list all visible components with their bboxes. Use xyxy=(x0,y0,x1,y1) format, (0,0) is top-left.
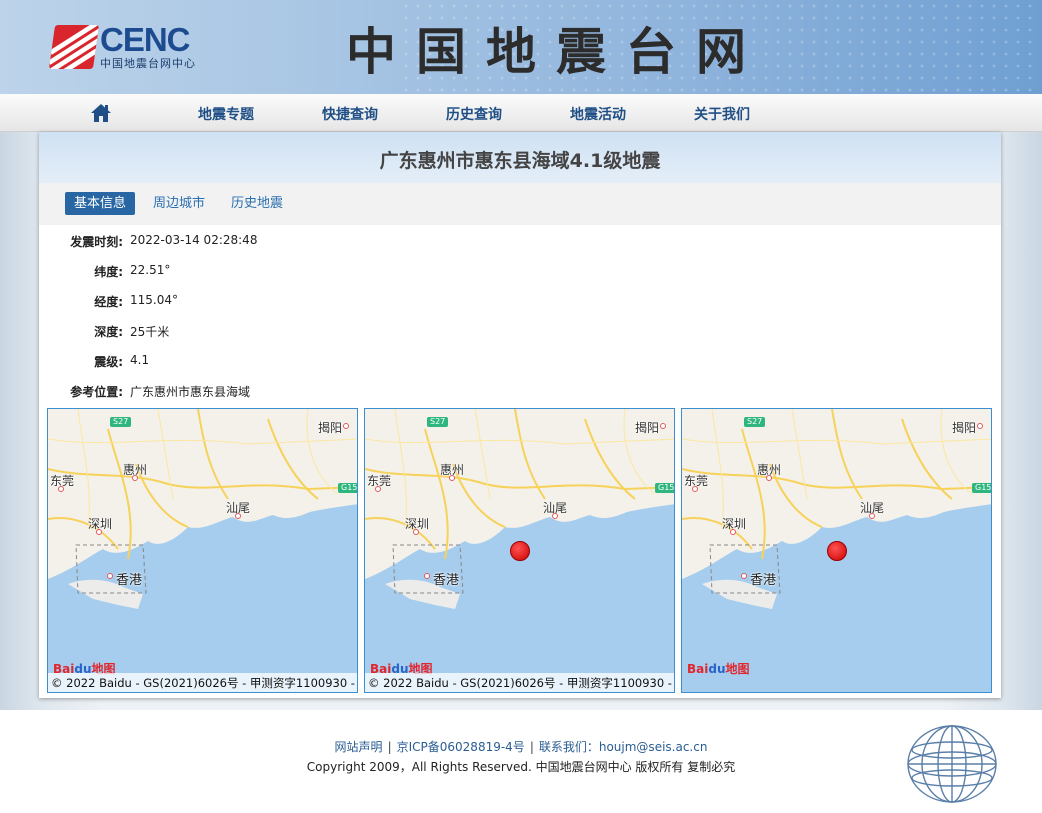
cenc-logo-mark-icon xyxy=(48,25,100,69)
info-value-depth: 25千米 xyxy=(130,325,170,339)
map-label-hongkong: 香港 xyxy=(116,573,143,588)
title-bar: 广东惠州市惠东县海域4.1级地震 xyxy=(39,132,1001,183)
map-panel-epicenter[interactable]: S27 G15 揭阳 惠州 东莞 汕尾 深圳 香港 Baidu地图 © 2022… xyxy=(364,408,675,693)
map-label-jieyang: 揭阳 xyxy=(952,421,977,435)
info-label-magnitude: 震级: xyxy=(94,355,123,369)
city-dot-shanwei xyxy=(869,513,875,519)
map-panel-detail[interactable]: S27 G15 揭阳 惠州 东莞 汕尾 深圳 香港 Baidu地图 xyxy=(681,408,992,693)
road-shield-g15: G15 xyxy=(972,483,991,493)
footer-links: 网站声明 | 京ICP备06028819-4号 | 联系我们：houjm@seis.ac… xyxy=(0,738,1042,755)
baidu-map-logo: Baidu地图 xyxy=(687,662,750,676)
map-label-jieyang: 揭阳 xyxy=(318,421,343,435)
site-title: 中国地震台网 xyxy=(346,22,766,81)
cenc-logo[interactable]: CENC 中国地震台网中心 xyxy=(48,21,222,71)
main-nav: 地震专题 快捷查询 历史查询 地震活动 关于我们 xyxy=(0,94,1042,132)
info-label-longitude: 经度: xyxy=(94,295,123,309)
footer-link-statement[interactable]: 网站声明 xyxy=(335,740,383,754)
footer-separator: | xyxy=(387,740,392,754)
city-dot-huizhou xyxy=(132,475,138,481)
info-label-latitude: 纬度: xyxy=(94,265,123,279)
city-dot-hongkong xyxy=(107,573,113,579)
nav-item-history-query[interactable]: 历史查询 xyxy=(446,104,502,124)
epicenter-marker[interactable] xyxy=(510,541,530,561)
logo-text: CENC xyxy=(100,21,191,58)
city-dot-jieyang xyxy=(977,423,983,429)
city-dot-shenzhen xyxy=(413,529,419,535)
info-value-location: 广东惠州市惠东县海域 xyxy=(130,385,251,399)
logo-subtitle: 中国地震台网中心 xyxy=(100,57,196,70)
city-dot-jieyang xyxy=(660,423,666,429)
map-label-hongkong: 香港 xyxy=(433,573,460,588)
footer-separator: | xyxy=(529,740,534,754)
info-value-time: 2022-03-14 02:28:48 xyxy=(130,233,258,247)
map-base xyxy=(48,409,357,609)
map-copyright: © 2022 Baidu - GS(2021)6026号 - 甲测资字11009… xyxy=(365,673,674,692)
city-dot-dongguan xyxy=(692,486,698,492)
city-dot-huizhou xyxy=(766,475,772,481)
tab-historical-quakes[interactable]: 历史地震 xyxy=(222,192,292,215)
tab-nearby-cities[interactable]: 周边城市 xyxy=(144,192,214,215)
road-shield-s27: S27 xyxy=(427,417,449,427)
epicenter-marker[interactable] xyxy=(827,541,847,561)
city-dot-shenzhen xyxy=(96,529,102,535)
city-dot-shenzhen xyxy=(730,529,736,535)
city-dot-jieyang xyxy=(343,423,349,429)
nav-item-seismic-activity[interactable]: 地震活动 xyxy=(570,104,626,124)
map-label-hongkong: 香港 xyxy=(750,573,777,588)
city-dot-shanwei xyxy=(235,513,241,519)
city-dot-shanwei xyxy=(552,513,558,519)
info-label-depth: 深度: xyxy=(94,325,123,339)
road-shield-g15: G15 xyxy=(338,483,357,493)
main-panel: 广东惠州市惠东县海域4.1级地震 基本信息 周边城市 历史地震 发震时刻: 20… xyxy=(39,132,1001,698)
city-dot-hongkong xyxy=(424,573,430,579)
footer-link-icp[interactable]: 京ICP备06028819-4号 xyxy=(397,740,525,754)
city-dot-dongguan xyxy=(375,486,381,492)
footer-copyright: Copyright 2009，All Rights Reserved. 中国地震… xyxy=(306,760,736,774)
home-icon[interactable] xyxy=(90,102,112,124)
map-panel-overview[interactable]: S27 G15 揭阳 惠州 东莞 汕尾 深圳 香港 Baidu地图 © 2022… xyxy=(47,408,358,693)
tab-bar: 基本信息 周边城市 历史地震 xyxy=(39,183,1001,225)
city-dot-hongkong xyxy=(741,573,747,579)
road-shield-s27: S27 xyxy=(744,417,766,427)
road-shield-g15: G15 xyxy=(655,483,674,493)
nav-item-about-us[interactable]: 关于我们 xyxy=(694,104,750,124)
city-dot-dongguan xyxy=(58,486,64,492)
road-shield-s27: S27 xyxy=(110,417,132,427)
nav-item-topics[interactable]: 地震专题 xyxy=(198,104,254,124)
nav-item-quick-query[interactable]: 快捷查询 xyxy=(322,104,378,124)
tab-basic-info[interactable]: 基本信息 xyxy=(65,192,136,215)
info-value-magnitude: 4.1 xyxy=(130,353,150,367)
footer-link-contact[interactable]: 联系我们：houjm@seis.ac.cn xyxy=(539,740,708,754)
site-header: CENC 中国地震台网中心 中国地震台网 xyxy=(0,0,1042,94)
info-value-longitude: 115.04° xyxy=(130,293,178,307)
info-value-latitude: 22.51° xyxy=(130,263,171,277)
site-footer: 网站声明 | 京ICP备06028819-4号 | 联系我们：houjm@seis.ac… xyxy=(0,710,1042,813)
info-label-location: 参考位置: xyxy=(70,385,123,399)
map-label-jieyang: 揭阳 xyxy=(635,421,660,435)
page-title: 广东惠州市惠东县海域4.1级地震 xyxy=(379,150,661,172)
city-dot-huizhou xyxy=(449,475,455,481)
info-label-time: 发震时刻: xyxy=(70,235,123,249)
globe-icon xyxy=(907,725,997,803)
map-copyright: © 2022 Baidu - GS(2021)6026号 - 甲测资字11009… xyxy=(48,673,357,692)
